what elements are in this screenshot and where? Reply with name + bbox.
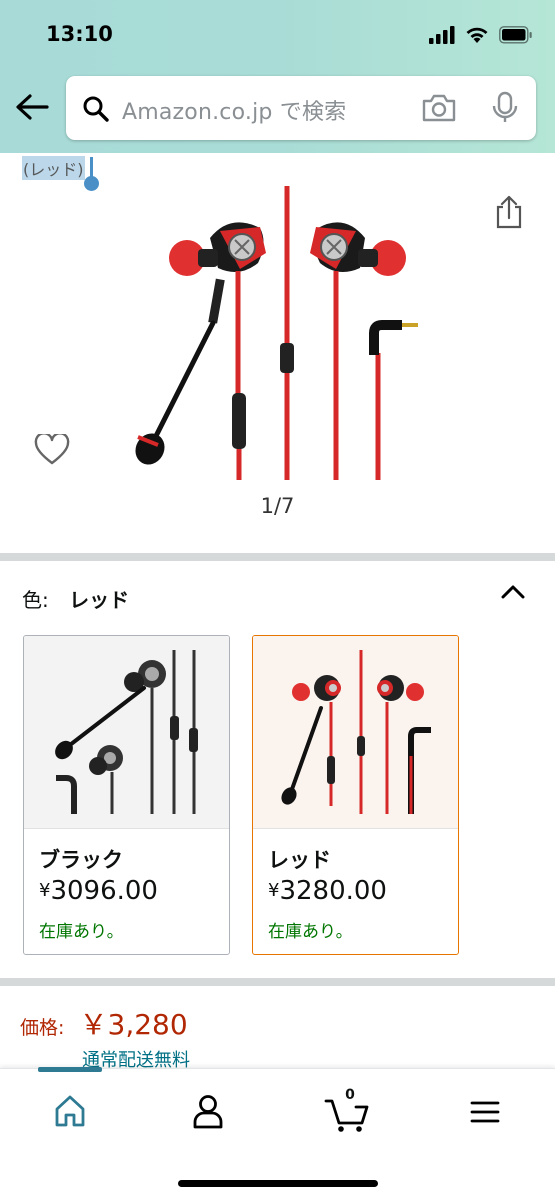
earphones-red-thumbnail <box>281 650 431 814</box>
color-selector-header[interactable]: 色: レッド <box>22 584 129 613</box>
back-button[interactable] <box>14 92 52 126</box>
section-divider <box>0 978 555 986</box>
color-label: 色: <box>22 588 49 612</box>
camera-icon[interactable] <box>421 93 457 123</box>
nav-cart[interactable]: 0 <box>318 1087 378 1137</box>
color-option-red[interactable]: レッド ¥3280.00 在庫あり。 <box>252 635 459 955</box>
wifi-icon <box>466 27 488 43</box>
user-icon <box>193 1095 223 1129</box>
status-time: 13:10 <box>46 22 113 46</box>
search-bar[interactable]: Amazon.co.jp で検索 <box>66 76 536 140</box>
image-page-indicator: 1/7 <box>260 494 295 518</box>
microphone-icon[interactable] <box>491 91 519 125</box>
search-placeholder[interactable]: Amazon.co.jp で検索 <box>122 94 346 126</box>
battery-icon <box>499 26 532 44</box>
color-option-image <box>24 636 229 829</box>
search-icon <box>83 96 109 122</box>
color-option-name: ブラック <box>39 848 123 872</box>
product-page: 13:10 Amazon.co.jp で検索 (レッド) 1/7 色: レッド … <box>0 0 555 1200</box>
nav-menu[interactable] <box>455 1087 515 1137</box>
signal-icon <box>429 26 455 44</box>
product-image[interactable] <box>120 183 430 483</box>
home-indicator[interactable] <box>178 1180 378 1187</box>
selected-text: (レッド) <box>22 156 85 180</box>
cart-count: 0 <box>345 1087 355 1103</box>
home-icon <box>55 1095 85 1127</box>
color-option-black[interactable]: ブラック ¥3096.00 在庫あり。 <box>23 635 230 955</box>
active-tab-indicator <box>38 1067 102 1072</box>
nav-account[interactable] <box>178 1087 238 1137</box>
color-option-price: ¥3280.00 <box>268 876 387 906</box>
share-icon[interactable] <box>494 194 524 230</box>
price-label: 価格: <box>20 1017 65 1039</box>
color-option-stock: 在庫あり。 <box>39 922 124 942</box>
price-value: ￥3,280 <box>79 1008 188 1041</box>
selection-handle[interactable] <box>84 176 99 191</box>
earphones-black-thumbnail <box>55 650 198 814</box>
nav-home[interactable] <box>40 1087 100 1137</box>
color-option-image <box>253 636 458 829</box>
arrow-left-icon <box>16 94 49 120</box>
chevron-up-icon[interactable] <box>500 582 526 602</box>
color-option-stock: 在庫あり。 <box>268 922 353 942</box>
color-selected-value: レッド <box>69 588 130 612</box>
section-divider <box>0 553 555 561</box>
menu-icon <box>470 1101 500 1123</box>
heart-icon[interactable] <box>34 434 70 466</box>
color-option-name: レッド <box>268 848 331 872</box>
color-option-price: ¥3096.00 <box>39 876 158 906</box>
header: 13:10 Amazon.co.jp で検索 <box>0 0 555 153</box>
price-row: 価格: ￥3,280 <box>20 1003 188 1043</box>
status-icons <box>429 24 533 46</box>
